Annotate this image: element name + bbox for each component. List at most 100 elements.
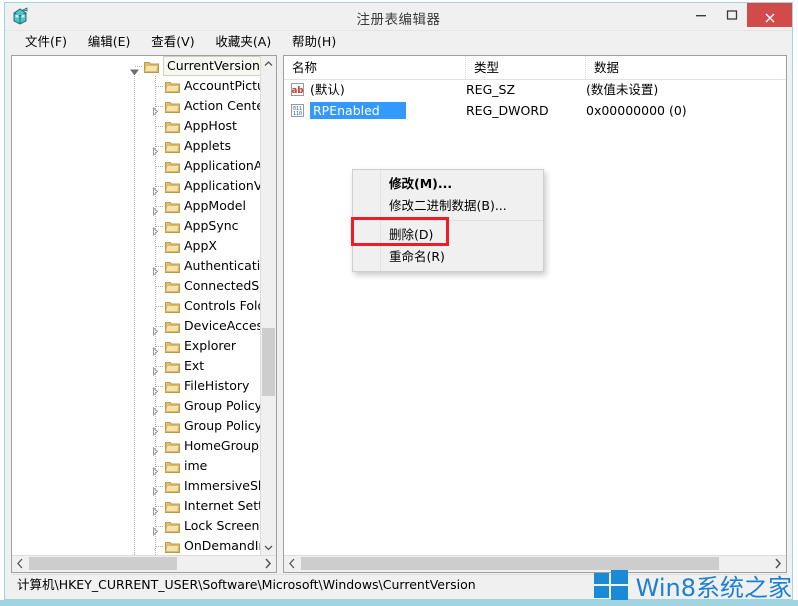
folder-icon (165, 99, 180, 113)
tree-item-internet-setting[interactable]: Internet Setting (12, 496, 261, 517)
tree-item-group-policy[interactable]: Group Policy (12, 396, 261, 417)
tree-item-connectedsear[interactable]: ConnectedSear (12, 276, 261, 296)
menu-view[interactable]: 查看(V) (143, 31, 203, 52)
expand-arrow-icon[interactable] (151, 402, 160, 417)
folder-icon (165, 119, 180, 133)
menu-edit[interactable]: 编辑(E) (80, 31, 140, 52)
expand-arrow-icon[interactable] (151, 422, 160, 437)
scroll-up-icon[interactable] (261, 56, 276, 72)
expand-arrow-icon[interactable] (151, 462, 160, 477)
expand-arrow-icon[interactable] (151, 522, 160, 537)
tree-item-accountpicture[interactable]: AccountPicture (12, 76, 261, 96)
tree-item-filehistory[interactable]: FileHistory (12, 376, 261, 397)
column-name[interactable]: 名称 (284, 56, 466, 79)
tree-item-appx[interactable]: AppX (12, 236, 261, 256)
tree-guide-line (134, 476, 135, 496)
expand-arrow-icon[interactable] (151, 442, 160, 457)
column-type[interactable]: 类型 (466, 56, 586, 79)
tree-item-appmodel[interactable]: AppModel (12, 196, 261, 217)
maximize-button[interactable] (716, 3, 747, 27)
client-area: CurrentVersion AccountPicture Action Cente… (11, 55, 787, 573)
tree-item-applicationvie[interactable]: ApplicationVie (12, 176, 261, 197)
tree-item-label: AppHost (184, 118, 237, 133)
close-button[interactable] (747, 3, 792, 27)
context-menu-separator (380, 220, 543, 221)
expand-arrow-icon[interactable] (151, 502, 160, 517)
value-type: REG_DWORD (466, 103, 549, 118)
collapse-arrow-icon[interactable] (129, 62, 140, 76)
table-row[interactable]: ab (默认) REG_SZ (数值未设置) (284, 79, 786, 100)
tree-item-label: AccountPicture (184, 78, 261, 93)
tree-item-currentversion[interactable]: CurrentVersion (12, 56, 261, 76)
tree-scroll-thumb[interactable] (262, 328, 275, 396)
ctx-delete[interactable]: 删除(D) (353, 224, 543, 246)
folder-icon (165, 259, 180, 273)
value-name: RPEnabled (310, 102, 406, 119)
expand-arrow-icon[interactable] (151, 262, 160, 277)
tree-item-action-center[interactable]: Action Center (12, 96, 261, 117)
registry-editor-window: 注册表编辑器 文件(F) 编辑(E) 查看(V) 收藏夹(A) 帮助(H) Cu… (4, 2, 793, 600)
tree-item-apphost[interactable]: AppHost (12, 116, 261, 136)
tree-item-ondemandinte[interactable]: OnDemandInte (12, 536, 261, 556)
svg-text:110: 110 (293, 111, 302, 117)
tree-item-label: Group Policy (184, 398, 261, 413)
expand-arrow-icon[interactable] (151, 102, 160, 117)
expand-arrow-icon[interactable] (151, 362, 160, 377)
tree-item-deviceaccess[interactable]: DeviceAccess (12, 316, 261, 337)
registry-tree[interactable]: CurrentVersion AccountPicture Action Cente… (12, 56, 261, 556)
tree-guide-line (134, 256, 135, 276)
registry-values-list[interactable]: ab (默认) REG_SZ (数值未设置) 011 110 RPEnabled REG_DW… (284, 79, 786, 556)
tree-item-homegroup[interactable]: HomeGroup (12, 436, 261, 457)
scroll-left-icon[interactable] (284, 556, 300, 571)
tree-guide-line (134, 196, 135, 216)
tree-guide-line (134, 96, 135, 116)
table-row[interactable]: 011 110 RPEnabled REG_DWORD 0x00000000 (0) (284, 100, 786, 121)
scroll-left-icon[interactable] (12, 556, 28, 571)
ctx-rename[interactable]: 重命名(R) (353, 246, 543, 268)
folder-icon (144, 59, 159, 73)
expand-arrow-icon[interactable] (151, 202, 160, 217)
tree-item-ext[interactable]: Ext (12, 356, 261, 377)
value-context-menu[interactable]: 修改(M)... 修改二进制数据(B)... 删除(D) 重命名(R) (352, 169, 544, 272)
registry-values-pane: 名称 类型 数据 ab (默认) REG_SZ (数值未设置) 011 110 RPEnab… (283, 55, 787, 573)
tree-item-lock-screen[interactable]: Lock Screen (12, 516, 261, 537)
expand-arrow-icon[interactable] (151, 382, 160, 397)
tree-item-ime[interactable]: ime (12, 456, 261, 477)
watermark: Win8系统之家 (593, 567, 792, 603)
ctx-modify[interactable]: 修改(M)... (353, 173, 543, 195)
maximize-icon (726, 10, 737, 20)
column-data[interactable]: 数据 (586, 56, 786, 79)
tree-item-group-policy-e[interactable]: Group Policy E (12, 416, 261, 437)
tree-item-explorer[interactable]: Explorer (12, 336, 261, 357)
expand-arrow-icon[interactable] (151, 182, 160, 197)
menu-file[interactable]: 文件(F) (17, 31, 76, 52)
tree-vertical-scrollbar[interactable] (260, 56, 276, 556)
tree-item-label: ImmersiveShel (184, 478, 261, 493)
tree-guide-line (134, 136, 135, 156)
tree-item-applicationass[interactable]: ApplicationAss (12, 156, 261, 176)
tree-item-authentication[interactable]: Authentication (12, 256, 261, 277)
menu-favorites[interactable]: 收藏夹(A) (207, 31, 280, 52)
expand-arrow-icon[interactable] (151, 342, 160, 357)
scroll-down-icon[interactable] (261, 540, 276, 556)
tree-item-label: ime (184, 458, 208, 473)
minimize-button[interactable] (685, 3, 716, 27)
expand-arrow-icon[interactable] (151, 222, 160, 237)
expand-arrow-icon[interactable] (151, 142, 160, 157)
tree-item-controls-folde[interactable]: Controls Folde (12, 296, 261, 316)
scroll-right-icon[interactable] (260, 556, 276, 571)
tree-item-applets[interactable]: Applets (12, 136, 261, 157)
tree-horizontal-scrollbar[interactable] (12, 555, 276, 572)
tree-item-label: Authentication (184, 258, 261, 273)
tree-item-label: CurrentVersion (163, 56, 261, 76)
expand-arrow-icon[interactable] (151, 322, 160, 337)
expand-arrow-icon[interactable] (151, 482, 160, 497)
tree-item-label: ApplicationAss (184, 158, 261, 173)
tree-hscroll-thumb[interactable] (29, 557, 177, 570)
tree-item-immersiveshel[interactable]: ImmersiveShel (12, 476, 261, 497)
tree-item-appsync[interactable]: AppSync (12, 216, 261, 237)
ctx-modify-binary[interactable]: 修改二进制数据(B)... (353, 195, 543, 217)
folder-icon (165, 499, 180, 513)
menu-help[interactable]: 帮助(H) (284, 31, 345, 52)
folder-icon (165, 379, 180, 393)
